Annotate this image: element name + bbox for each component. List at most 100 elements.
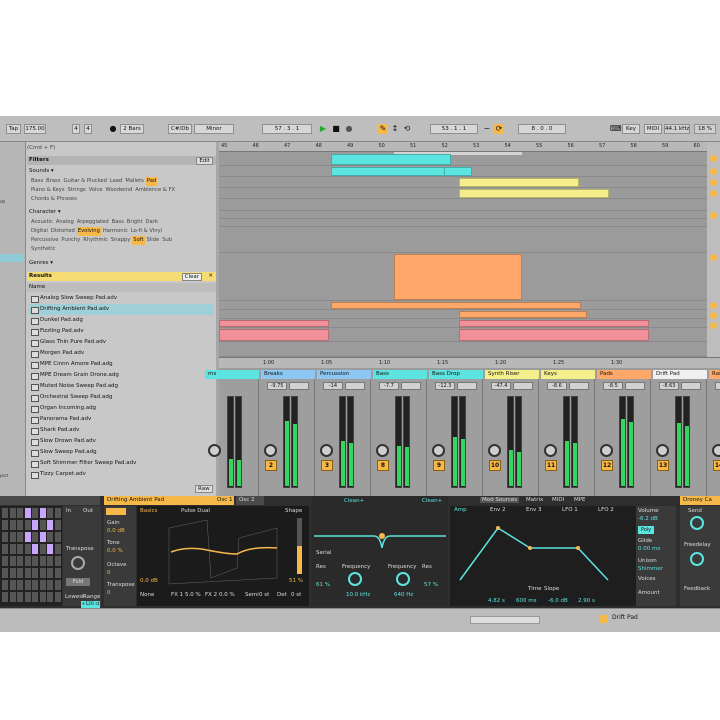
name-column-header[interactable]: Name [27,283,216,292]
track-activator-icon[interactable] [710,168,717,175]
filter-tag[interactable]: Percussive [30,236,59,245]
pad-cell[interactable] [2,532,8,542]
send-knob[interactable] [690,516,704,530]
envelope-tab[interactable]: LFO 1 [562,507,578,513]
track-number[interactable]: 13 [657,460,669,471]
on-switch[interactable] [106,508,126,515]
pad-cell[interactable] [47,508,53,518]
track-lane[interactable] [219,166,720,177]
result-item[interactable]: Slow Sweep Pad.adg [29,447,214,458]
filter-tag[interactable]: Sub [161,236,173,245]
clear-button[interactable]: Clear [181,273,202,281]
track-lane[interactable] [219,310,720,319]
pad-cell[interactable] [54,532,61,542]
sidebar-item-selected[interactable] [0,254,24,262]
filter-tag[interactable]: Lead [109,177,123,186]
automation-icon[interactable]: ~ [482,124,492,134]
pad-cell[interactable] [17,568,23,578]
track-number[interactable]: 14 [713,460,720,471]
filter-tag[interactable]: Digital [30,227,49,236]
pan-knob[interactable] [264,444,277,457]
filter-tag[interactable]: Analog [55,218,75,227]
track-lane[interactable] [219,253,720,301]
pad-cell[interactable] [24,556,31,566]
track-name[interactable]: Rain R [709,370,720,379]
genres-heading[interactable]: Genres ▾ [27,259,53,268]
track-lane[interactable] [219,319,720,328]
filter-tag[interactable]: Ambience & FX [134,186,176,195]
track-lane[interactable] [219,227,720,253]
range-value[interactable]: +120 st [81,601,100,608]
pad-cell[interactable] [2,568,8,578]
pad-cell[interactable] [54,568,61,578]
pad-cell[interactable] [47,568,53,578]
key-root-select[interactable]: C#/Db [168,124,192,134]
freedelay-knob[interactable] [690,552,704,566]
envelope-tab[interactable]: Env 2 [490,507,505,513]
sustain-value[interactable]: -6.0 dB [548,598,568,604]
pan-value[interactable] [625,382,645,390]
pad-cell[interactable] [24,508,31,518]
edit-button[interactable]: Edit [196,157,213,165]
release-value[interactable]: 2.90 s [578,598,595,604]
pad-cell[interactable] [39,592,46,602]
pad-cell[interactable] [24,520,31,530]
track-activator-icon[interactable] [710,312,717,319]
filter-tag[interactable]: Bright [126,218,144,227]
midi-map-button[interactable]: MIDI [644,124,662,134]
track-lane[interactable] [219,301,720,310]
fx-none-select[interactable]: None [140,592,154,598]
volume-value[interactable]: -9.75 [267,382,287,390]
pad-cell[interactable] [54,520,61,530]
pan-value[interactable] [345,382,365,390]
clip[interactable] [459,189,609,198]
track-activator-icon[interactable] [710,302,717,309]
filter-tag[interactable]: Woodwind [105,186,134,195]
filter-tag[interactable]: Arpeggiated [76,218,110,227]
pan-knob[interactable] [320,444,333,457]
envelope-display[interactable] [458,520,618,584]
decay-value[interactable]: 600 ms [516,598,536,604]
pad-cell[interactable] [32,544,38,554]
track-activator-icon[interactable] [710,322,717,329]
sidebar-label[interactable]: ject [0,474,24,480]
pad-cell[interactable] [24,544,31,554]
attack-value[interactable]: 4.82 s [488,598,505,604]
pad-cell[interactable] [32,520,38,530]
clip[interactable] [459,178,579,187]
key-map-button[interactable]: Key [622,124,640,134]
pad-cell[interactable] [39,556,46,566]
record-icon[interactable]: ● [344,124,354,134]
pad-cell[interactable] [47,520,53,530]
pad-cell[interactable] [2,556,8,566]
selected-track-name[interactable]: Drift Pad [612,614,638,621]
track-lane[interactable] [219,199,720,211]
pad-cell[interactable] [39,568,46,578]
pad-cell[interactable] [24,592,31,602]
stop-icon[interactable]: ■ [331,124,341,134]
pan-knob[interactable] [600,444,613,457]
pan-value[interactable] [513,382,533,390]
clip[interactable] [459,329,649,341]
volume-value[interactable]: -8.5 [603,382,623,390]
pad-cell[interactable] [17,580,23,590]
filter-tag[interactable]: Mallets [124,177,144,186]
filter-tag[interactable]: Distorted [50,227,76,236]
basics-tab[interactable]: Basics [140,508,157,514]
result-item[interactable]: MPE Cinnn Amore Pad.adg [29,359,214,370]
fx1-value[interactable]: 5.0 % [185,592,201,598]
result-item[interactable]: Orchestral Sweep Pad.adg [29,392,214,403]
clip[interactable] [459,311,587,318]
track-lane[interactable] [219,211,720,219]
pad-cell[interactable] [17,544,23,554]
pan-value[interactable] [457,382,477,390]
shape-slider[interactable] [297,518,302,574]
track-number[interactable]: 9 [433,460,445,471]
track-name[interactable]: Drift Pad [653,370,707,379]
filter-tag[interactable]: Strings [67,186,87,195]
clip[interactable] [219,329,329,341]
clip[interactable] [331,167,451,176]
pad-cell[interactable] [24,532,31,542]
quantize-menu[interactable]: 2 Bars [120,124,144,134]
track-activator-icon[interactable] [710,212,717,219]
